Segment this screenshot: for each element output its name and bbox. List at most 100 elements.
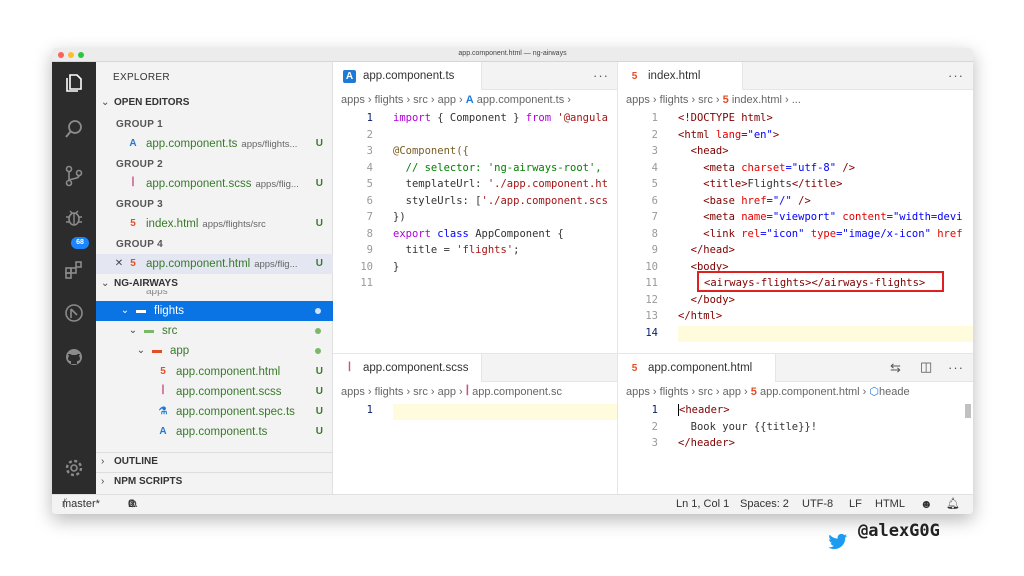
crumb-item[interactable]: flights — [660, 386, 689, 398]
chevron-down-icon: ⌄ — [120, 305, 130, 316]
line-number: 7 — [651, 211, 658, 223]
code-line: styleUrls: ['./app.component.scs — [393, 194, 608, 207]
crumb-item[interactable]: src — [413, 94, 428, 106]
npm-scripts-header[interactable]: › NPM SCRIPTS — [96, 472, 333, 490]
encoding[interactable]: UTF-8 — [802, 495, 833, 514]
files-icon[interactable] — [63, 72, 85, 94]
modified-dot — [315, 348, 321, 354]
crumb-item[interactable]: ... — [792, 94, 801, 106]
html5-icon: 5 — [631, 363, 638, 374]
feedback-smiley-icon[interactable]: ☻ — [920, 495, 933, 514]
code-line: <base href="/" /> — [678, 194, 811, 207]
angular-icon: A — [129, 138, 137, 149]
search-icon[interactable] — [63, 118, 85, 140]
crumb-item[interactable]: heade — [879, 386, 910, 398]
line-number: 12 — [645, 293, 658, 306]
tab-app-component-html[interactable]: 5 app.component.html — [618, 354, 776, 382]
line-ending[interactable]: LF — [849, 495, 862, 514]
tree-item-file[interactable]: ꟾ app.component.scss U — [96, 382, 333, 402]
crumb-item[interactable]: app.component.sc — [472, 386, 562, 398]
code-line: </body> — [678, 293, 735, 306]
crumb-item[interactable]: src — [698, 94, 713, 106]
html5-icon: 5 — [160, 366, 166, 377]
tree-item-file[interactable]: 5 app.component.html U — [96, 362, 333, 382]
line-number: 9 — [651, 244, 658, 256]
crumb-item[interactable]: app — [723, 386, 741, 398]
code-line: import { Component } from '@angula — [393, 112, 608, 124]
line-number: 1 — [651, 112, 658, 124]
more-actions-icon[interactable]: ··· — [948, 68, 964, 83]
angular-icon: A — [159, 426, 167, 437]
debug-icon[interactable] — [63, 207, 85, 229]
source-control-icon[interactable] — [63, 165, 85, 187]
tab-app-component-ts[interactable]: A app.component.ts — [333, 62, 482, 90]
crumb-item[interactable]: app.component.ts — [477, 94, 564, 106]
crumb-item[interactable]: app — [438, 94, 456, 106]
language-mode[interactable]: HTML — [875, 495, 905, 514]
line-number: 5 — [651, 178, 658, 190]
crumb-item[interactable]: src — [698, 386, 713, 398]
breadcrumb: apps › flights › src › app › 5 app.compo… — [626, 386, 910, 398]
settings-gear-icon[interactable] — [63, 457, 85, 479]
html5-icon: 5 — [750, 386, 757, 398]
line-number: 11 — [360, 277, 373, 289]
line-number: 2 — [366, 128, 373, 141]
tree-item-file[interactable]: A app.component.ts U — [96, 422, 333, 442]
open-editor-item[interactable]: A app.component.ts apps/flights... U — [96, 134, 333, 154]
line-number: 6 — [651, 194, 658, 207]
notifications-bell-icon[interactable]: 🔔︎ — [946, 495, 960, 514]
more-actions-icon[interactable]: ··· — [948, 360, 964, 375]
scrollbar-thumb[interactable] — [965, 404, 971, 418]
crumb-item[interactable]: flights — [660, 94, 689, 106]
tab-index-html[interactable]: 5 index.html — [618, 62, 743, 90]
group-label: GROUP 3 — [116, 199, 163, 210]
tree-item-app[interactable]: ⌄ ▬ app — [96, 341, 333, 361]
remote-icon[interactable] — [63, 302, 85, 324]
crumb-item[interactable]: index.html — [732, 94, 782, 106]
split-editor-icon[interactable]: ◫ — [920, 359, 932, 375]
crumb-item[interactable]: app — [438, 386, 456, 398]
crumb-item[interactable]: app.component.html — [760, 386, 860, 398]
open-editors-header[interactable]: ⌄ OPEN EDITORS — [96, 94, 333, 112]
line-number: 8 — [651, 227, 658, 240]
cursor-position[interactable]: Ln 1, Col 1 — [676, 495, 729, 514]
line-number: 9 — [366, 244, 373, 256]
code-line: <meta charset="utf-8" /> — [678, 161, 856, 174]
open-editor-item[interactable]: 5 index.html apps/flights/src U — [96, 214, 333, 234]
crumb-item[interactable]: apps — [341, 94, 365, 106]
breadcrumb: apps › flights › src › 5 index.html › ..… — [626, 94, 801, 106]
editor-area: A app.component.ts ··· apps › flights › … — [333, 62, 973, 494]
crumb-item[interactable]: flights — [375, 94, 404, 106]
code-line: </head> — [678, 244, 735, 256]
open-changes-icon[interactable]: ⇆ — [890, 360, 901, 376]
tree-item-src[interactable]: ⌄ ▬ src — [96, 321, 333, 341]
crumb-item[interactable]: apps — [341, 386, 365, 398]
more-actions-icon[interactable]: ··· — [593, 68, 609, 83]
tab-app-component-scss[interactable]: ꟾ app.component.scss — [333, 354, 482, 382]
chevron-down-icon: ⌄ — [101, 97, 110, 108]
crumb-item[interactable]: apps — [626, 94, 650, 106]
tree-item-file[interactable]: ⚗ app.component.spec.ts U — [96, 402, 333, 422]
crumb-item[interactable]: apps — [626, 386, 650, 398]
explorer-sidebar: EXPLORER ⌄ OPEN EDITORS GROUP 1 A app.co… — [96, 62, 333, 494]
group-label: GROUP 1 — [116, 119, 163, 130]
indentation[interactable]: Spaces: 2 — [740, 495, 789, 514]
code-line: </html> — [678, 310, 723, 322]
close-icon[interactable]: ✕ — [112, 254, 126, 274]
open-editor-item[interactable]: ꟾ app.component.scss apps/flig... U — [96, 174, 333, 194]
code-line: </header> — [678, 437, 735, 449]
line-number: 10 — [645, 260, 658, 273]
code-line: export class AppComponent { — [393, 227, 564, 240]
tab-bar: ꟾ app.component.scss — [333, 354, 617, 382]
crumb-item[interactable]: flights — [375, 386, 404, 398]
outline-header[interactable]: › OUTLINE — [96, 452, 333, 470]
extensions-icon[interactable] — [63, 259, 85, 281]
current-line-highlight — [393, 404, 617, 420]
line-number: 11 — [645, 277, 658, 289]
github-icon[interactable] — [63, 346, 85, 368]
tree-item-flights[interactable]: ⌄ ▬ flights — [96, 301, 333, 321]
open-editor-item-active[interactable]: ✕ 5 app.component.html apps/flig... U — [96, 254, 333, 274]
line-number: 8 — [366, 227, 373, 240]
line-number: 1 — [366, 112, 373, 124]
crumb-item[interactable]: src — [413, 386, 428, 398]
